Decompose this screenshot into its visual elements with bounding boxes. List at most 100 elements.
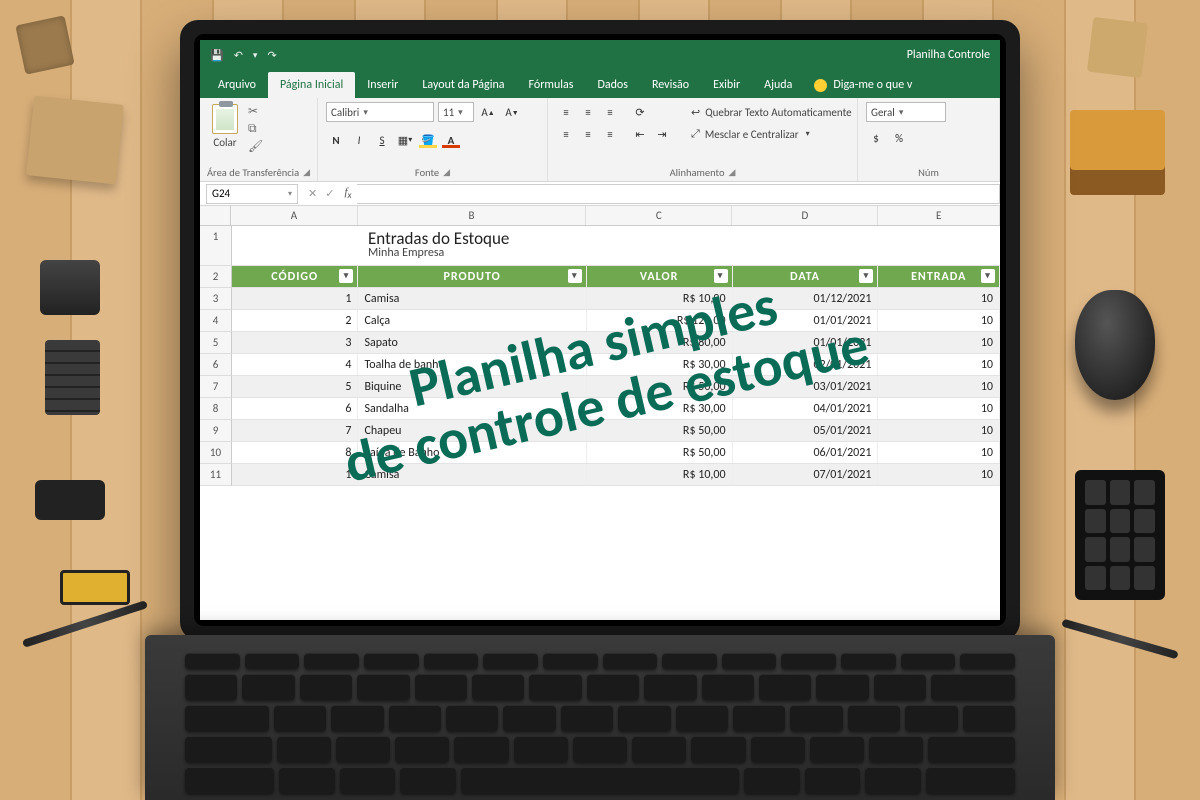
fill-color-button[interactable]: 🪣: [418, 130, 438, 150]
merge-center-button[interactable]: ⤢Mesclar e Centralizar▾: [684, 124, 859, 144]
cell-data[interactable]: 01/01/2021: [733, 310, 879, 331]
col-header-a[interactable]: A: [231, 206, 358, 225]
tab-arquivo[interactable]: Arquivo: [206, 72, 268, 98]
table-row[interactable]: 1CamisaR$ 10,0001/12/202110: [232, 288, 1000, 310]
cell-entrada[interactable]: 10: [878, 442, 1000, 463]
cells-area[interactable]: Entradas do Estoque Minha Empresa CÓDIGO…: [232, 226, 1000, 486]
table-row[interactable]: 1CamisaR$ 10,0007/01/202110: [232, 464, 1000, 486]
cell-produto[interactable]: Biquine: [358, 376, 586, 397]
header-produto[interactable]: PRODUTO▾: [358, 266, 586, 287]
col-header-c[interactable]: C: [586, 206, 732, 225]
borders-button[interactable]: ▦▾: [395, 130, 415, 150]
cell-valor[interactable]: R$ 10,00: [587, 464, 733, 485]
table-row[interactable]: 8Saída de BanhoR$ 50,0006/01/202110: [232, 442, 1000, 464]
cell-produto[interactable]: Toalha de banho: [358, 354, 586, 375]
cell-data[interactable]: 01/12/2021: [733, 288, 879, 309]
cell-codigo[interactable]: 4: [232, 354, 358, 375]
decrease-font-icon[interactable]: A▼: [502, 102, 522, 122]
formula-input[interactable]: [357, 184, 1000, 204]
cell-data[interactable]: 03/01/2021: [733, 376, 879, 397]
filter-caret-icon[interactable]: ▾: [714, 269, 728, 283]
cell-valor[interactable]: R$ 120,00: [587, 310, 733, 331]
percent-icon[interactable]: %: [889, 128, 909, 148]
tab-inserir[interactable]: Inserir: [355, 72, 410, 98]
italic-button[interactable]: I: [349, 130, 369, 150]
increase-font-icon[interactable]: A▲: [478, 102, 498, 122]
alignment-dialog-launcher[interactable]: ◢: [729, 167, 736, 178]
header-entrada[interactable]: ENTRADA▾: [878, 266, 1000, 287]
cell-produto[interactable]: Saída de Banho: [358, 442, 586, 463]
tab-revisao[interactable]: Revisão: [640, 72, 701, 98]
filter-caret-icon[interactable]: ▾: [981, 269, 995, 283]
tab-dados[interactable]: Dados: [585, 72, 639, 98]
header-data[interactable]: DATA▾: [733, 266, 879, 287]
cell-entrada[interactable]: 10: [878, 332, 1000, 353]
spreadsheet-grid[interactable]: A B C D E 1234567891011 Entradas do Esto…: [200, 206, 1000, 620]
cell-data[interactable]: 04/01/2021: [733, 398, 879, 419]
table-row[interactable]: 3SapatoR$ 80,0001/01/202110: [232, 332, 1000, 354]
cell-produto[interactable]: Sapato: [358, 332, 586, 353]
cell-valor[interactable]: R$ 50,00: [587, 442, 733, 463]
underline-button[interactable]: S: [372, 130, 392, 150]
align-left-icon[interactable]: ≡: [556, 124, 576, 144]
cell-codigo[interactable]: 6: [232, 398, 358, 419]
clipboard-dialog-launcher[interactable]: ◢: [303, 167, 310, 178]
cell-codigo[interactable]: 5: [232, 376, 358, 397]
cell-valor[interactable]: R$ 80,00: [587, 332, 733, 353]
redo-icon[interactable]: ↷: [267, 49, 276, 62]
tell-me-search[interactable]: Diga-me o que v: [804, 72, 922, 98]
col-header-b[interactable]: B: [358, 206, 587, 225]
cell-codigo[interactable]: 3: [232, 332, 358, 353]
font-size-combo[interactable]: 11▾: [438, 102, 474, 122]
cell-produto[interactable]: Sandalha: [358, 398, 586, 419]
align-middle-icon[interactable]: ≡: [578, 102, 598, 122]
cell-data[interactable]: 01/01/2021: [733, 332, 879, 353]
table-row[interactable]: 2CalçaR$ 120,0001/01/202110: [232, 310, 1000, 332]
cell-data[interactable]: 06/01/2021: [733, 442, 879, 463]
cell-data[interactable]: 02/01/2021: [733, 354, 879, 375]
cell-data[interactable]: 07/01/2021: [733, 464, 879, 485]
cell-codigo[interactable]: 1: [232, 288, 358, 309]
cell-produto[interactable]: Camisa: [358, 288, 586, 309]
table-row[interactable]: 4Toalha de banhoR$ 30,0002/01/202110: [232, 354, 1000, 376]
cell-codigo[interactable]: 1: [232, 464, 358, 485]
cell-valor[interactable]: R$ 50,00: [587, 420, 733, 441]
header-codigo[interactable]: CÓDIGO▾: [232, 266, 358, 287]
orientation-icon[interactable]: ⟳: [630, 102, 650, 122]
copy-icon[interactable]: ⧉: [248, 122, 263, 136]
paste-button[interactable]: Colar: [208, 102, 242, 151]
currency-icon[interactable]: $: [866, 128, 886, 148]
cell-entrada[interactable]: 10: [878, 376, 1000, 397]
cell-produto[interactable]: Camisa: [358, 464, 586, 485]
cell-entrada[interactable]: 10: [878, 464, 1000, 485]
filter-caret-icon[interactable]: ▾: [339, 269, 353, 283]
tab-ajuda[interactable]: Ajuda: [752, 72, 804, 98]
cell-entrada[interactable]: 10: [878, 310, 1000, 331]
cell-data[interactable]: 05/01/2021: [733, 420, 879, 441]
cell-produto[interactable]: Calça: [358, 310, 586, 331]
cell-valor[interactable]: R$ 50,00: [587, 376, 733, 397]
tab-exibir[interactable]: Exibir: [701, 72, 752, 98]
cut-icon[interactable]: ✂: [248, 104, 263, 119]
table-row[interactable]: 6SandalhaR$ 30,0004/01/202110: [232, 398, 1000, 420]
fx-icon[interactable]: fx: [344, 186, 351, 201]
align-right-icon[interactable]: ≡: [600, 124, 620, 144]
format-painter-icon[interactable]: 🖌: [248, 139, 263, 154]
undo-caret-icon[interactable]: ▾: [253, 50, 258, 61]
cell-entrada[interactable]: 10: [878, 288, 1000, 309]
decrease-indent-icon[interactable]: ⇤: [630, 124, 650, 144]
table-row[interactable]: 5BiquineR$ 50,0003/01/202110: [232, 376, 1000, 398]
tab-formulas[interactable]: Fórmulas: [517, 72, 586, 98]
align-center-icon[interactable]: ≡: [578, 124, 598, 144]
cell-codigo[interactable]: 2: [232, 310, 358, 331]
cell-codigo[interactable]: 8: [232, 442, 358, 463]
wrap-text-button[interactable]: ↩Quebrar Texto Automaticamente: [684, 102, 859, 122]
cell-valor[interactable]: R$ 30,00: [587, 354, 733, 375]
cell-valor[interactable]: R$ 10,00: [587, 288, 733, 309]
cell-entrada[interactable]: 10: [878, 398, 1000, 419]
table-row[interactable]: 7ChapeuR$ 50,0005/01/202110: [232, 420, 1000, 442]
font-name-combo[interactable]: Calibri▾: [326, 102, 434, 122]
accept-formula-icon[interactable]: ✓: [325, 187, 334, 200]
select-all-corner[interactable]: [200, 206, 231, 225]
cancel-formula-icon[interactable]: ✕: [308, 187, 317, 200]
